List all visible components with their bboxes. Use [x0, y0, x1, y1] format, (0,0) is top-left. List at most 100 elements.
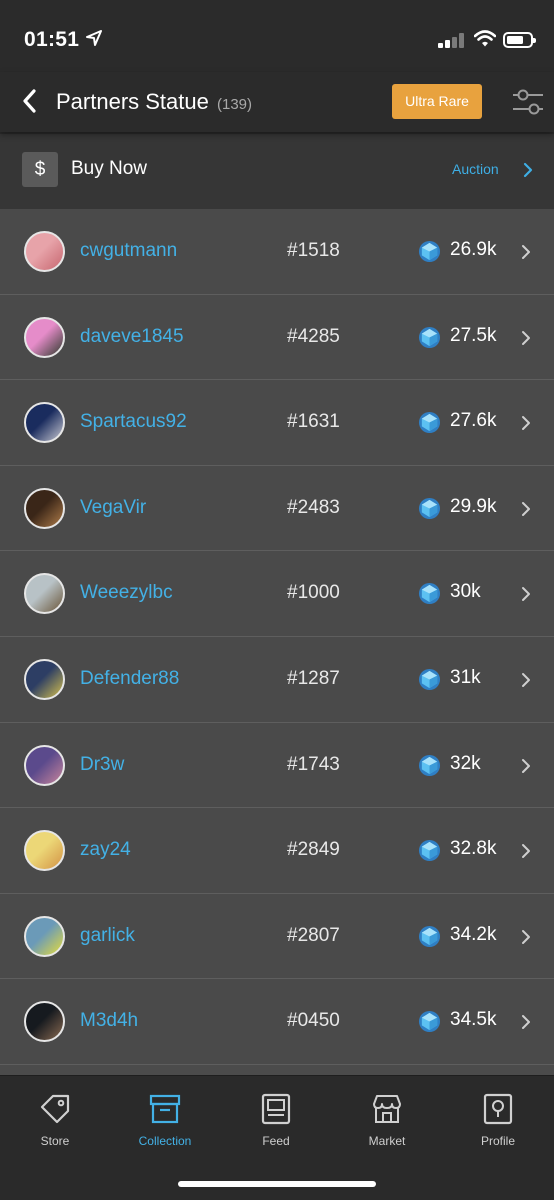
- tab-store[interactable]: Store: [10, 1092, 100, 1148]
- battery-icon: [503, 32, 536, 48]
- listing-row[interactable]: zay24 #2849 32.8k: [0, 808, 554, 894]
- tab-label-feed: Feed: [262, 1134, 290, 1148]
- page-title: Partners Statue (139): [56, 89, 252, 115]
- coin-gem-icon: [418, 925, 441, 947]
- username-link[interactable]: garlick: [80, 925, 135, 947]
- wifi-icon: [474, 30, 496, 47]
- serial-number: #2483: [287, 496, 340, 518]
- price: 31k: [450, 666, 481, 688]
- serial-number: #1287: [287, 667, 340, 689]
- listing-row[interactable]: Weeezylbc #1000 30k: [0, 551, 554, 637]
- dollar-icon: $: [22, 152, 58, 187]
- chevron-right-icon[interactable]: [521, 586, 531, 602]
- avatar: [24, 830, 65, 872]
- listing-row[interactable]: cwgutmann #1518 26.9k: [0, 209, 554, 295]
- username-link[interactable]: Dr3w: [80, 754, 124, 776]
- price: 32.8k: [450, 838, 497, 860]
- serial-number: #1518: [287, 240, 340, 261]
- avatar: [24, 316, 65, 358]
- username-link[interactable]: Weeezylbc: [80, 582, 173, 604]
- chevron-right-icon[interactable]: [521, 501, 531, 517]
- avatar: [24, 402, 65, 444]
- chevron-right-icon[interactable]: [521, 843, 531, 859]
- listing-row[interactable]: VegaVir #2483 29.9k: [0, 465, 554, 552]
- coin-gem-icon: [418, 583, 441, 605]
- username-link[interactable]: zay24: [80, 839, 131, 861]
- tab-profile[interactable]: Profile: [453, 1092, 543, 1148]
- avatar: [24, 487, 65, 529]
- serial-number: #2849: [287, 839, 340, 861]
- listing-row[interactable]: Dr3w #1743 32k: [0, 722, 554, 809]
- chevron-right-icon[interactable]: [521, 758, 531, 774]
- coin-gem-icon: [418, 668, 441, 691]
- listing-row[interactable]: daveve1845 #4285 27.5k: [0, 294, 554, 381]
- listing-row[interactable]: M3d4h #0450 34.5k: [0, 979, 554, 1065]
- avatar: [24, 1001, 65, 1043]
- coin-gem-icon: [418, 754, 441, 776]
- username-link[interactable]: cwgutmann: [80, 240, 177, 262]
- avatar: [24, 915, 65, 957]
- coin-gem-icon: [418, 412, 441, 434]
- avatar: [24, 231, 65, 272]
- price: 32k: [450, 752, 481, 774]
- coin-gem-icon: [418, 1011, 441, 1033]
- tab-market[interactable]: Market: [342, 1092, 432, 1148]
- tab-label-collection: Collection: [138, 1134, 192, 1148]
- username-link[interactable]: M3d4h: [80, 1010, 138, 1032]
- cellular-signal-icon: [438, 32, 466, 48]
- ultra-rare-button[interactable]: Ultra Rare: [392, 84, 482, 119]
- item-count: (139): [217, 96, 253, 113]
- back-chevron-icon[interactable]: [18, 86, 42, 116]
- chevron-right-icon[interactable]: [521, 330, 531, 346]
- tab-feed[interactable]: Feed: [231, 1092, 321, 1148]
- listing-row[interactable]: Defender88 #1287 31k: [0, 636, 554, 723]
- tab-label-market: Market: [368, 1134, 406, 1148]
- price: 29.9k: [450, 495, 497, 517]
- serial-number: #0450: [287, 1010, 340, 1032]
- box-icon: [149, 1094, 181, 1124]
- chevron-right-icon[interactable]: [521, 415, 531, 431]
- chevron-right-icon[interactable]: [521, 244, 531, 260]
- chevron-right-icon[interactable]: [521, 929, 531, 945]
- username-link[interactable]: VegaVir: [80, 497, 146, 519]
- feed-icon: [261, 1093, 291, 1125]
- price: 34.5k: [450, 1009, 497, 1031]
- price: 27.6k: [450, 410, 497, 432]
- tab-collection[interactable]: Collection: [120, 1092, 210, 1148]
- username-link[interactable]: Spartacus92: [80, 411, 187, 433]
- serial-number: #1000: [287, 582, 340, 604]
- price: 34.2k: [450, 923, 497, 945]
- serial-number: #1743: [287, 753, 340, 775]
- coin-gem-icon: [418, 240, 441, 263]
- avatar: [24, 744, 65, 786]
- price: 26.9k: [450, 239, 497, 260]
- status-time: 01:51: [24, 28, 80, 51]
- coin-gem-icon: [418, 497, 441, 519]
- serial-number: #2807: [287, 924, 340, 946]
- price: 30k: [450, 581, 481, 603]
- chevron-right-icon[interactable]: [521, 672, 531, 688]
- coin-gem-icon: [418, 326, 441, 348]
- username-link[interactable]: Defender88: [80, 668, 179, 690]
- tab-label-profile: Profile: [480, 1134, 515, 1148]
- auction-link[interactable]: Auction: [452, 161, 499, 177]
- username-link[interactable]: daveve1845: [80, 326, 184, 348]
- avatar: [24, 658, 65, 700]
- chevron-right-icon[interactable]: [521, 1014, 531, 1030]
- tag-icon: [40, 1094, 70, 1124]
- listing-row[interactable]: Spartacus92 #1631 27.6k: [0, 380, 554, 466]
- serial-number: #4285: [287, 325, 340, 347]
- tab-label-store: Store: [40, 1134, 70, 1148]
- home-indicator[interactable]: [178, 1181, 376, 1187]
- listings-list: cwgutmann #1518 26.9k daveve1845 #4285 27.5k S…: [0, 209, 554, 1087]
- filter-sliders-icon[interactable]: [512, 88, 544, 116]
- status-bar: 01:51: [0, 0, 554, 72]
- market-icon: [373, 1095, 401, 1123]
- auction-chevron-icon[interactable]: [522, 162, 534, 178]
- avatar: [24, 573, 65, 615]
- coin-gem-icon: [418, 840, 441, 862]
- listing-row[interactable]: garlick #2807 34.2k: [0, 893, 554, 980]
- location-arrow-icon: [86, 30, 102, 46]
- profile-icon: [483, 1093, 513, 1125]
- top-navigation-bar: Partners Statue (139) Ultra Rare: [0, 72, 554, 132]
